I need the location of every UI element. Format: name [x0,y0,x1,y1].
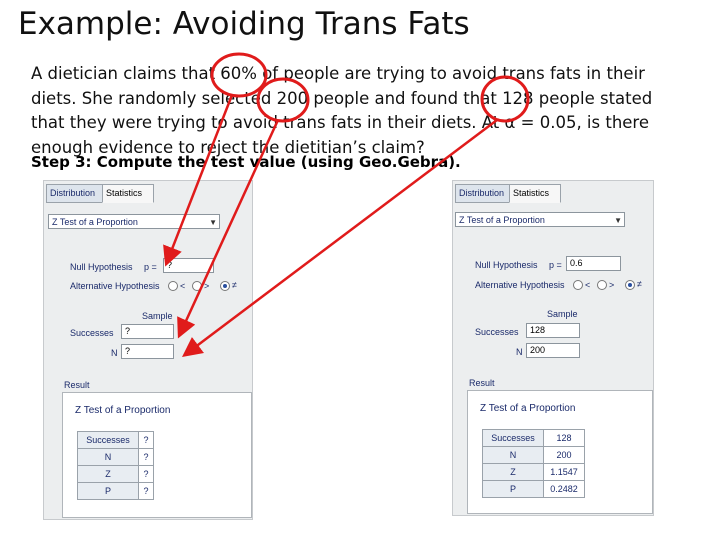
result-title: Z Test of a Proportion [75,405,171,416]
test-type-select[interactable]: Z Test of a Proportion ▼ [48,214,220,229]
alt-greater-radio[interactable] [192,281,202,291]
tab-distribution[interactable]: Distribution [46,184,104,203]
tab-distribution[interactable]: Distribution [455,184,513,203]
row-value: ? [138,448,154,466]
row-name: P [77,482,139,500]
tab-statistics[interactable]: Statistics [509,184,561,203]
step-heading: Step 3: Compute the test value (using Ge… [31,153,461,171]
row-name: Successes [77,431,139,449]
n-input[interactable]: 200 [526,343,580,358]
table-row: Successes? [77,431,154,449]
n-input[interactable]: ? [121,344,174,359]
alt-neq-radio[interactable] [220,281,230,291]
row-value: 128 [543,429,585,447]
table-row: P? [77,482,154,500]
result-box: Z Test of a Proportion Successes 128 N 200… [467,390,653,514]
test-type-value: Z Test of a Proportion [459,215,545,225]
row-name: Z [77,465,139,483]
alt-hypothesis-label: Alternative Hypothesis [475,280,565,290]
alt-less-radio[interactable] [168,281,178,291]
row-name: N [482,446,544,464]
result-table: Successes 128 N 200 Z 1.1547 P 0.2482 [482,429,585,498]
p-label: p = [549,260,562,270]
successes-label: Successes [475,327,519,337]
successes-input[interactable]: 128 [526,323,580,338]
table-row: P 0.2482 [482,480,585,498]
test-type-select[interactable]: Z Test of a Proportion ▼ [455,212,625,227]
row-value: ? [138,465,154,483]
alt-less-label: < [180,281,186,291]
result-box: Z Test of a Proportion Successes? N? Z? … [62,392,252,518]
alt-neq-radio[interactable] [625,280,635,290]
right-geogebra-panel: Distribution Statistics Z Test of a Prop… [452,180,654,516]
chevron-down-icon: ▼ [209,218,217,227]
alt-neq-label: ≠ [232,280,237,290]
tab-statistics[interactable]: Statistics [102,184,154,203]
row-name: Successes [482,429,544,447]
left-geogebra-panel: Distribution Statistics Z Test of a Prop… [43,180,253,520]
row-value: ? [138,431,154,449]
alt-less-label: < [585,280,591,290]
slide-title: Example: Avoiding Trans Fats [18,6,470,42]
row-value: 0.2482 [543,480,585,498]
n-label: N [111,348,118,358]
alt-greater-radio[interactable] [597,280,607,290]
table-row: Z 1.1547 [482,463,585,481]
row-value: ? [138,482,154,500]
table-row: N 200 [482,446,585,464]
null-hypothesis-label: Null Hypothesis [70,262,133,272]
alt-greater-label: > [204,281,210,291]
successes-label: Successes [70,328,114,338]
row-name: Z [482,463,544,481]
row-name: N [77,448,139,466]
n-label: N [516,347,523,357]
result-section-label: Result [469,378,495,388]
row-name: P [482,480,544,498]
null-hypothesis-label: Null Hypothesis [475,260,538,270]
alt-neq-label: ≠ [637,279,642,289]
table-row: Successes 128 [482,429,585,447]
table-row: N? [77,448,154,466]
result-section-label: Result [64,380,90,390]
alt-hypothesis-label: Alternative Hypothesis [70,281,160,291]
alt-greater-label: > [609,280,615,290]
sample-section-label: Sample [547,309,578,319]
chevron-down-icon: ▼ [614,216,622,225]
table-row: Z? [77,465,154,483]
p-input[interactable]: ? [163,258,214,273]
result-title: Z Test of a Proportion [480,403,576,414]
row-value: 1.1547 [543,463,585,481]
p-input[interactable]: 0.6 [566,256,621,271]
p-label: p = [144,262,157,272]
result-table: Successes? N? Z? P? [77,431,154,500]
problem-statement: A dietician claims that 60% of people ar… [31,64,653,157]
sample-section-label: Sample [142,311,173,321]
row-value: 200 [543,446,585,464]
successes-input[interactable]: ? [121,324,174,339]
test-type-value: Z Test of a Proportion [52,217,138,227]
alt-less-radio[interactable] [573,280,583,290]
